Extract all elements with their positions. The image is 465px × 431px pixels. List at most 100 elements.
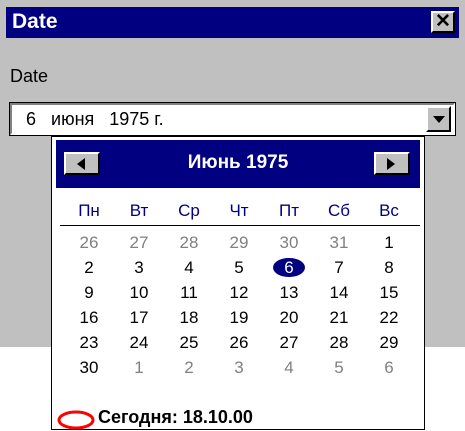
day-cell[interactable]: 1 [364, 232, 414, 257]
today-label: Сегодня: 18.10.00 [98, 407, 253, 427]
day-number: 26 [229, 333, 249, 352]
day-cell[interactable]: 27 [114, 232, 164, 257]
day-number: 14 [329, 283, 349, 302]
day-number: 23 [79, 333, 99, 352]
day-cell[interactable]: 12 [214, 282, 264, 307]
day-cell[interactable]: 6 [364, 357, 414, 382]
day-number: 31 [329, 233, 349, 252]
weekday-label: Вт [129, 201, 149, 220]
day-number: 22 [379, 308, 399, 327]
day-cell[interactable]: 30 [64, 357, 114, 382]
weekday-label: Пт [278, 201, 299, 220]
day-cell[interactable]: 26 [214, 332, 264, 357]
day-cell[interactable]: 25 [164, 332, 214, 357]
day-cell[interactable]: 8 [364, 257, 414, 282]
day-cell[interactable]: 3 [114, 257, 164, 282]
day-cell[interactable]: 15 [364, 282, 414, 307]
day-number: 26 [79, 233, 99, 252]
day-number: 12 [229, 283, 249, 302]
day-cell[interactable]: 24 [114, 332, 164, 357]
day-cell[interactable]: 29 [364, 332, 414, 357]
day-number: 13 [279, 283, 299, 302]
day-cell[interactable]: 9 [64, 282, 114, 307]
day-number: 25 [179, 333, 199, 352]
close-x-icon: ✕ [435, 11, 451, 32]
day-cell[interactable]: 2 [164, 357, 214, 382]
day-number: 1 [134, 358, 144, 377]
month-title: Июнь 1975 [187, 152, 289, 173]
day-cell[interactable]: 4 [164, 257, 214, 282]
date-field-label: Date [10, 66, 49, 86]
day-number: 4 [284, 358, 294, 377]
weekday-label: Вс [379, 201, 399, 220]
day-cell[interactable]: 1 [114, 357, 164, 382]
close-button[interactable]: ✕ [431, 11, 455, 33]
day-cell[interactable]: 10 [114, 282, 164, 307]
day-cell[interactable]: 5 [314, 357, 364, 382]
day-number: 29 [379, 333, 399, 352]
day-cell[interactable]: 28 [164, 232, 214, 257]
weekday-header-row: Пн Вт Ср Чт Пт Сб Вс [60, 201, 420, 226]
day-cell[interactable]: 14 [314, 282, 364, 307]
triangle-right-icon [387, 158, 395, 170]
day-cell[interactable]: 2 [64, 257, 114, 282]
day-number: 5 [334, 358, 344, 377]
day-cell[interactable]: 4 [264, 357, 314, 382]
day-cell[interactable]: 3 [214, 357, 264, 382]
day-number: 6 [384, 358, 394, 377]
triangle-down-icon [433, 116, 445, 123]
today-link[interactable]: Сегодня: 18.10.00 [56, 407, 416, 431]
weekday-label: Ср [178, 201, 200, 220]
day-cell[interactable]: 27 [264, 332, 314, 357]
day-number: 30 [79, 358, 99, 377]
date-value: 6 июня 1975 г. [26, 109, 164, 129]
day-number: 5 [234, 258, 244, 277]
day-cell[interactable]: 22 [364, 307, 414, 332]
day-number: 19 [229, 308, 249, 327]
day-number: 9 [84, 283, 94, 302]
day-number: 3 [234, 358, 244, 377]
next-month-button[interactable] [374, 152, 410, 175]
day-cell[interactable]: 31 [314, 232, 364, 257]
dropdown-button[interactable] [426, 106, 451, 132]
day-cell[interactable]: 29 [214, 232, 264, 257]
day-cell[interactable]: 19 [214, 307, 264, 332]
title-bar: Date ✕ [6, 7, 459, 38]
day-cell[interactable]: 16 [64, 307, 114, 332]
day-number: 16 [79, 308, 99, 327]
day-cell[interactable]: 7 [314, 257, 364, 282]
day-cell[interactable]: 17 [114, 307, 164, 332]
day-number: 11 [180, 283, 198, 302]
day-number: 28 [179, 233, 199, 252]
day-cell[interactable]: 26 [64, 232, 114, 257]
weekday-label: Чт [229, 201, 249, 220]
day-cell[interactable]: 23 [64, 332, 114, 357]
day-number: 27 [279, 333, 299, 352]
day-number: 17 [129, 308, 149, 327]
day-cell[interactable]: 21 [314, 307, 364, 332]
date-picker-input[interactable]: 6 июня 1975 г. [9, 102, 456, 136]
day-number: 24 [129, 333, 149, 352]
day-number: 30 [279, 233, 299, 252]
day-cell-selected[interactable]: 6 [264, 257, 314, 282]
day-cell[interactable]: 20 [264, 307, 314, 332]
day-number: 1 [384, 233, 394, 252]
day-cell[interactable]: 5 [214, 257, 264, 282]
calendar-header: Июнь 1975 [56, 140, 420, 188]
day-number: 21 [329, 308, 349, 327]
day-number: 2 [184, 358, 194, 377]
day-number: 27 [129, 233, 149, 252]
day-cell[interactable]: 30 [264, 232, 314, 257]
day-cell[interactable]: 13 [264, 282, 314, 307]
day-cell[interactable]: 28 [314, 332, 364, 357]
day-number: 10 [129, 283, 149, 302]
day-number: 8 [384, 258, 394, 277]
day-number: 7 [334, 258, 344, 277]
day-number: 3 [134, 258, 144, 277]
day-cell[interactable]: 18 [164, 307, 214, 332]
day-number: 6 [273, 258, 305, 277]
day-number: 18 [179, 308, 199, 327]
day-number: 29 [229, 233, 249, 252]
day-cell[interactable]: 11 [164, 282, 214, 307]
weekday-label: Пн [78, 201, 100, 220]
